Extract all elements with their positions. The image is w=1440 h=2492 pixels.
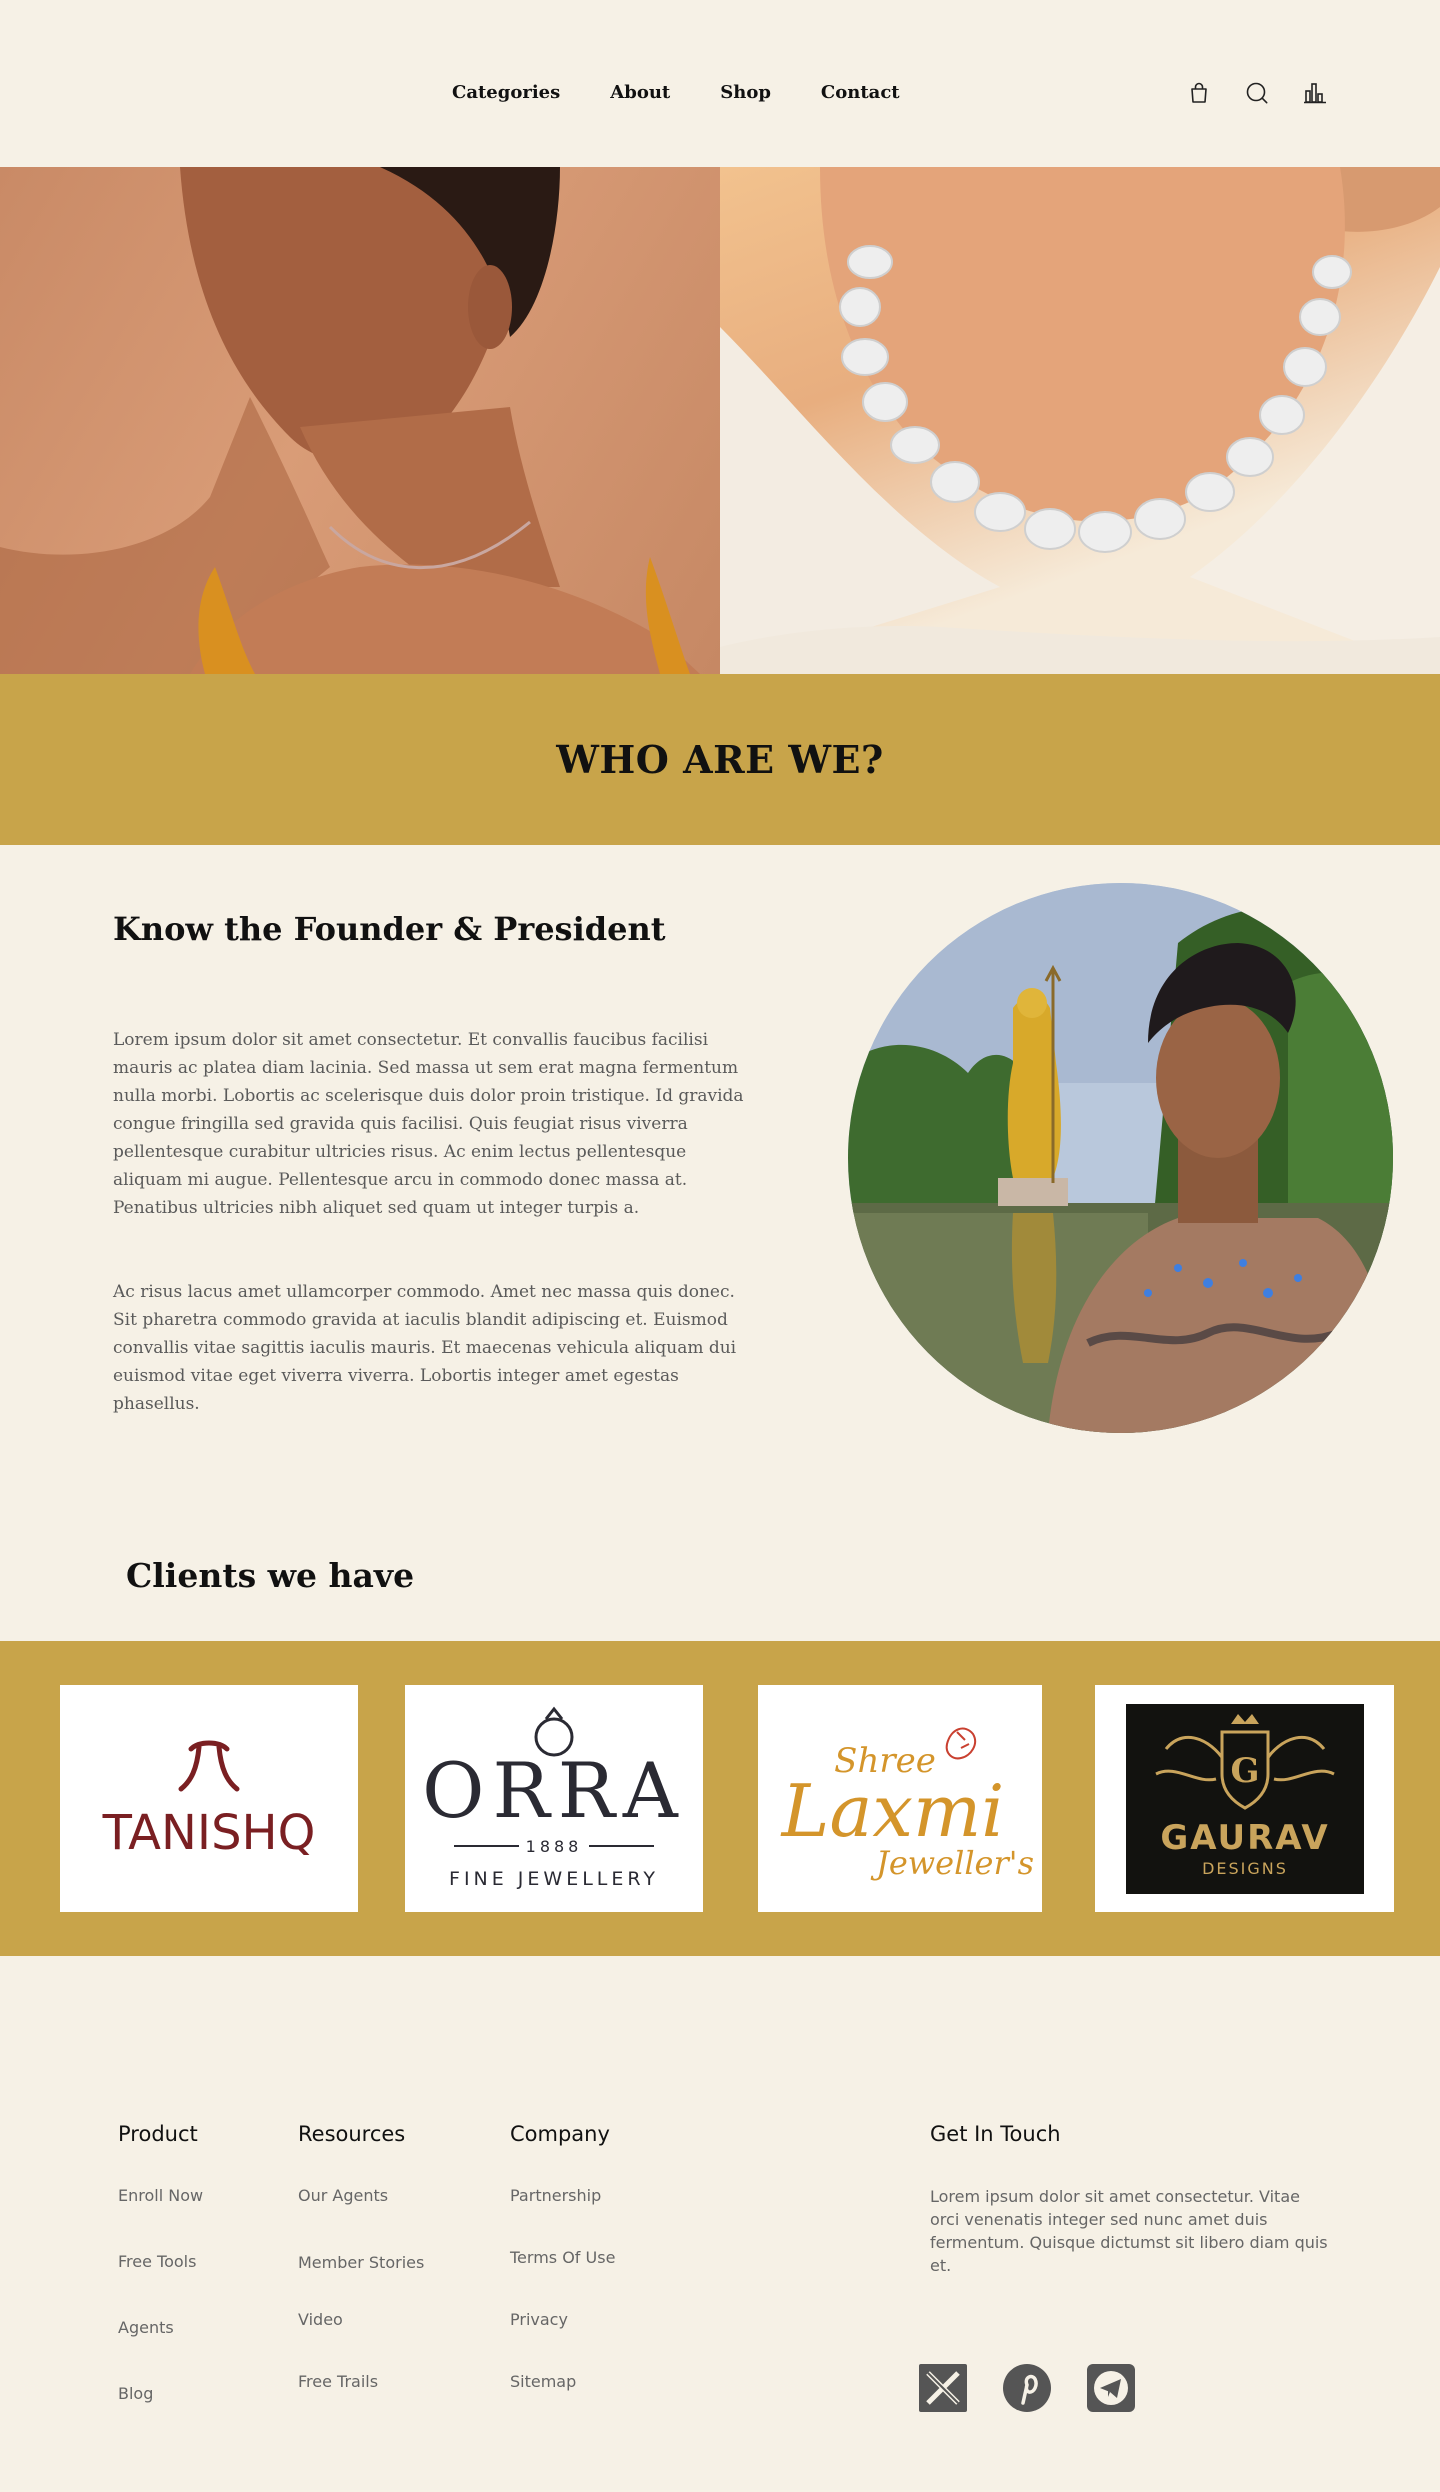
who-are-we-heading: WHO ARE WE? [556, 737, 884, 782]
footer-heading-get-in-touch: Get In Touch [930, 2122, 1061, 2146]
footer-heading-product: Product [118, 2122, 198, 2146]
nav-link-contact[interactable]: Contact [821, 82, 900, 103]
founder-title: Know the Founder & President [113, 910, 666, 948]
footer-link-video[interactable]: Video [298, 2310, 343, 2329]
footer-link-blog[interactable]: Blog [118, 2384, 153, 2403]
founder-paragraph-1: Lorem ipsum dolor sit amet consectetur. … [113, 1030, 744, 1218]
footer-heading-resources: Resources [298, 2122, 406, 2146]
laxmi-jewellers-text: Jeweller's [870, 1844, 1034, 1882]
footer-heading-company: Company [510, 2122, 610, 2146]
nav-link-categories[interactable]: Categories [452, 82, 560, 103]
orra-tagline: FINE JEWELLERY [449, 1868, 659, 1890]
footer-link-agents[interactable]: Agents [118, 2318, 174, 2337]
gaurav-monogram: G [1230, 1751, 1259, 1791]
client-logo-orra[interactable]: ORRA 1888 FINE JEWELLERY [405, 1685, 703, 1912]
footer-link-our-agents[interactable]: Our Agents [298, 2186, 388, 2205]
nav-link-about[interactable]: About [610, 82, 670, 103]
footer-column-company: Company Partnership Terms Of Use Privacy… [510, 2122, 615, 2391]
footer-column-get-in-touch: Get In Touch [930, 2122, 1061, 2146]
hero-images [0, 167, 1440, 674]
orra-wordmark: ORRA [422, 1746, 686, 1835]
nav-link-shop[interactable]: Shop [720, 82, 771, 103]
footer-link-member-stories[interactable]: Member Stories [298, 2253, 424, 2272]
founder-paragraph-2: Ac risus lacus amet ullamcorper commodo.… [113, 1282, 737, 1414]
orra-year: 1888 [526, 1837, 583, 1856]
footer-link-free-tools[interactable]: Free Tools [118, 2252, 196, 2271]
client-logo-tanishq[interactable]: TANISHQ [60, 1685, 358, 1912]
footer-link-enroll-now[interactable]: Enroll Now [118, 2186, 203, 2205]
footer-link-partnership[interactable]: Partnership [510, 2186, 601, 2205]
social-icons [918, 2363, 1136, 2413]
footer-link-terms-of-use[interactable]: Terms Of Use [510, 2248, 615, 2267]
gaurav-designs-text: DESIGNS [1202, 1859, 1288, 1878]
pinterest-icon[interactable] [1002, 2363, 1052, 2413]
bar-chart-icon[interactable] [1302, 80, 1328, 106]
nav-links: Categories About Shop Contact [452, 82, 900, 103]
x-twitter-icon[interactable] [918, 2363, 968, 2413]
laxmi-main-text: Laxmi [780, 1769, 1005, 1853]
clients-title: Clients we have [126, 1556, 415, 1595]
shopping-bag-icon[interactable] [1186, 80, 1212, 106]
client-logo-gaurav-designs[interactable]: G GAURAV DESIGNS [1095, 1685, 1394, 1912]
client-logo-shree-laxmi[interactable]: Shree Laxmi Jeweller's [758, 1685, 1042, 1912]
search-icon[interactable] [1244, 80, 1270, 106]
tanishq-wordmark: TANISHQ [102, 1805, 316, 1861]
footer-link-privacy[interactable]: Privacy [510, 2310, 568, 2329]
hero-image-right [720, 167, 1440, 674]
footer-touch-text: Lorem ipsum dolor sit amet consectetur. … [930, 2187, 1328, 2275]
footer-link-sitemap[interactable]: Sitemap [510, 2372, 576, 2391]
nav-icons [1186, 80, 1328, 106]
top-navigation: Categories About Shop Contact [0, 0, 1440, 167]
telegram-icon[interactable] [1086, 2363, 1136, 2413]
founder-photo [848, 883, 1393, 1433]
footer-column-resources: Resources Our Agents Member Stories Vide… [298, 2122, 424, 2391]
footer-column-product: Product Enroll Now Free Tools Agents Blo… [118, 2122, 203, 2403]
gaurav-wordmark: GAURAV [1160, 1818, 1329, 1858]
clients-logo-strip: TANISHQ ORRA 1888 FINE JEWELLERY Shree L… [0, 1641, 1440, 1956]
who-are-we-banner: WHO ARE WE? [0, 674, 1440, 845]
hero-image-left [0, 167, 720, 674]
footer-link-free-trails[interactable]: Free Trails [298, 2372, 378, 2391]
